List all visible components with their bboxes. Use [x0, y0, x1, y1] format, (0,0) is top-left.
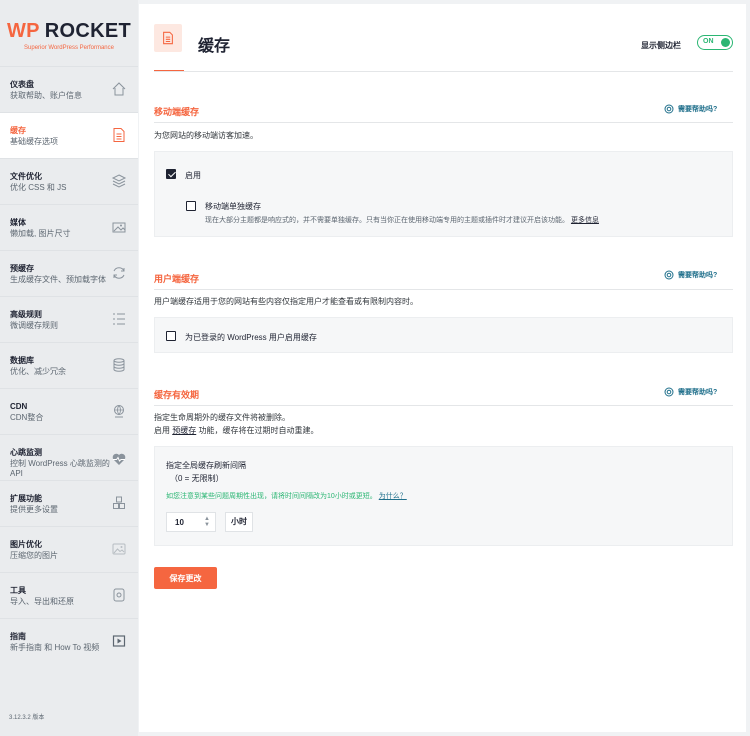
separate-mobile-cache-desc: 现在大部分主题都是响应式的，并不需要单独缓存。只有当你正在使用移动端专用的主题或… — [205, 215, 599, 225]
stack-layers-icon — [111, 174, 127, 188]
sidebar-item-heartbeat[interactable]: 心跳监测 控制 WordPress 心跳监测的 API — [0, 434, 138, 480]
sidebar-item-desc: 新手指南 和 How To 视频 — [10, 643, 100, 652]
database-icon — [113, 358, 125, 372]
sidebar-item-desc: 微调缓存规则 — [10, 321, 58, 330]
lifespan-help-link[interactable]: 需要帮助吗? — [664, 387, 717, 397]
video-tutorial-icon — [112, 635, 126, 647]
lifespan-number-input[interactable]: 10 ▲ ▼ — [166, 512, 216, 532]
sidebar-item-desc: 基础缓存选项 — [10, 137, 58, 146]
sidebar-item-desc: 获取帮助、账户信息 — [10, 91, 82, 100]
sidebar-item-dashboard[interactable]: 仪表盘 获取帮助、账户信息 — [0, 66, 138, 112]
separate-mobile-cache-label: 移动端单独缓存 — [205, 202, 261, 211]
sidebar-item-desc: 懒加载, 图片尺寸 — [10, 229, 71, 238]
sidebar-item-advanced-rules[interactable]: 高级规则 微调缓存规则 — [0, 296, 138, 342]
lifespan-field-label: 指定全局缓存刷新间隔 — [166, 461, 246, 470]
user-cache-title: 用户端缓存 — [154, 274, 200, 284]
sidebar: WP ROCKET Superior WordPress Performance… — [0, 0, 138, 736]
sidebar-item-image-optimization[interactable]: 图片优化 压缩您的图片 — [0, 526, 138, 572]
addons-cubes-icon — [113, 496, 125, 509]
page-title: 缓存 — [198, 38, 231, 55]
image-optimize-icon — [112, 543, 126, 555]
logo-rocket-text: ROCKET — [44, 19, 132, 42]
stepper-arrows-icon[interactable]: ▲ ▼ — [204, 516, 210, 528]
lifespan-field-hint: （0 = 无限制） — [170, 474, 224, 483]
cache-lifespan-preload-desc: 启用 预缓存 功能，缓存将在过期时自动重建。 — [154, 425, 318, 437]
sidebar-item-media[interactable]: 媒体 懒加载, 图片尺寸 — [0, 204, 138, 250]
mobile-cache-title: 移动端缓存 — [154, 107, 200, 117]
sidebar-toggle-label: 显示侧边栏 — [641, 41, 681, 50]
section-divider — [154, 122, 733, 123]
cache-file-icon — [154, 24, 182, 52]
separate-mobile-cache-checkbox[interactable] — [186, 201, 196, 211]
mobile-cache-panel: 启用 移动端单独缓存 现在大部分主题都是响应式的，并不需要单独缓存。只有当你正在… — [154, 151, 733, 237]
page-header: 缓存 显示侧边栏 ON — [139, 4, 746, 72]
sidebar-item-cdn[interactable]: CDN CDN整合 — [0, 388, 138, 434]
toggle-knob — [721, 38, 730, 47]
sidebar-item-desc: 导入、导出和还原 — [10, 597, 74, 606]
sidebar-item-desc: 生成缓存文件、预加载字体 — [10, 275, 106, 284]
sidebar-item-desc: 优化、减少冗余 — [10, 367, 66, 376]
cache-lifespan-panel: 指定全局缓存刷新间隔 （0 = 无限制） 如您注意到某些问题周期性出现，请将时间… — [154, 446, 733, 546]
sidebar-item-addons[interactable]: 扩展功能 提供更多设置 — [0, 480, 138, 526]
home-icon — [112, 82, 126, 96]
sidebar-item-desc: 控制 WordPress 心跳监测的 API — [10, 459, 110, 478]
user-help-link[interactable]: 需要帮助吗? — [664, 270, 717, 280]
cache-lifespan-title: 缓存有效期 — [154, 390, 200, 400]
logged-in-cache-label: 为已登录的 WordPress 用户启用缓存 — [185, 333, 317, 342]
wp-rocket-settings: WP ROCKET Superior WordPress Performance… — [0, 0, 750, 736]
sidebar-item-desc: 优化 CSS 和 JS — [10, 183, 67, 192]
list-rules-icon — [113, 313, 125, 325]
sidebar-item-desc: 提供更多设置 — [10, 505, 58, 514]
help-label: 需要帮助吗? — [678, 389, 718, 396]
user-cache-desc: 用户端缓存适用于您的网站有些内容仅指定用户才能查看或有限制内容时。 — [154, 297, 418, 306]
main-panel: 缓存 显示侧边栏 ON 移动端缓存 需要帮助吗? 为您网站的移动端访客加速。 启… — [139, 4, 746, 732]
sidebar-item-desc: 压缩您的图片 — [10, 551, 58, 560]
mobile-cache-desc: 为您网站的移动端访客加速。 — [154, 131, 258, 140]
refresh-icon — [113, 267, 125, 279]
logged-in-cache-checkbox[interactable] — [166, 331, 176, 341]
enable-mobile-cache-checkbox[interactable] — [166, 169, 176, 179]
toggle-state-text: ON — [703, 38, 714, 45]
lifespan-value: 10 — [175, 518, 184, 527]
sidebar-item-tutorials[interactable]: 指南 新手指南 和 How To 视频 — [0, 618, 138, 664]
tools-icon — [113, 588, 125, 602]
more-info-link[interactable]: 更多信息 — [571, 217, 599, 224]
sidebar-toggle-switch[interactable]: ON — [697, 35, 733, 50]
logo-wp-text: WP — [6, 19, 40, 42]
media-image-icon — [112, 222, 126, 233]
cache-lifespan-desc: 指定生命周期外的缓存文件将被删除。 — [154, 413, 290, 422]
logo-subtitle: Superior WordPress Performance — [24, 44, 114, 51]
separate-desc-text: 现在大部分主题都是响应式的，并不需要单独缓存。只有当你正在使用移动端专用的主题或… — [205, 217, 569, 224]
heartbeat-icon — [112, 453, 126, 465]
why-link[interactable]: 为什么？ — [379, 493, 407, 500]
save-changes-button[interactable]: 保存更改 — [154, 567, 217, 589]
sidebar-item-cache[interactable]: 缓存 基础缓存选项 — [0, 112, 138, 158]
section-divider — [154, 405, 733, 406]
mobile-help-link[interactable]: 需要帮助吗? — [664, 104, 717, 114]
cdn-globe-icon — [114, 405, 124, 418]
help-lifebuoy-icon — [664, 387, 674, 397]
desc-text: 启用 — [154, 426, 170, 435]
lifespan-unit-select[interactable]: 小时 — [225, 512, 253, 532]
cache-file-icon — [113, 128, 125, 142]
plugin-version: 3.12.3.2 版本 — [9, 715, 45, 721]
help-label: 需要帮助吗? — [678, 106, 718, 113]
lifespan-note: 如您注意到某些问题周期性出现，请将时间间隔改为10小时或更短。 为什么？ — [166, 491, 407, 501]
sidebar-item-database[interactable]: 数据库 优化、减少冗余 — [0, 342, 138, 388]
help-label: 需要帮助吗? — [678, 272, 718, 279]
sidebar-item-tools[interactable]: 工具 导入、导出和还原 — [0, 572, 138, 618]
section-divider — [154, 289, 733, 290]
preload-link[interactable]: 预缓存 — [172, 426, 196, 435]
help-lifebuoy-icon — [664, 104, 674, 114]
desc-text: 功能，缓存将在过期时自动重建。 — [198, 426, 319, 435]
sidebar-item-preload[interactable]: 预缓存 生成缓存文件、预加载字体 — [0, 250, 138, 296]
note-text: 如您注意到某些问题周期性出现，请将时间间隔改为10小时或更短。 — [166, 493, 377, 500]
header-divider — [154, 71, 733, 72]
sidebar-item-file-optimization[interactable]: 文件优化 优化 CSS 和 JS — [0, 158, 138, 204]
sidebar-item-desc: CDN整合 — [10, 413, 44, 422]
help-lifebuoy-icon — [664, 270, 674, 280]
enable-mobile-cache-label: 启用 — [185, 171, 201, 180]
user-cache-panel: 为已登录的 WordPress 用户启用缓存 — [154, 317, 733, 353]
wp-rocket-logo: WP ROCKET Superior WordPress Performance — [0, 0, 138, 66]
